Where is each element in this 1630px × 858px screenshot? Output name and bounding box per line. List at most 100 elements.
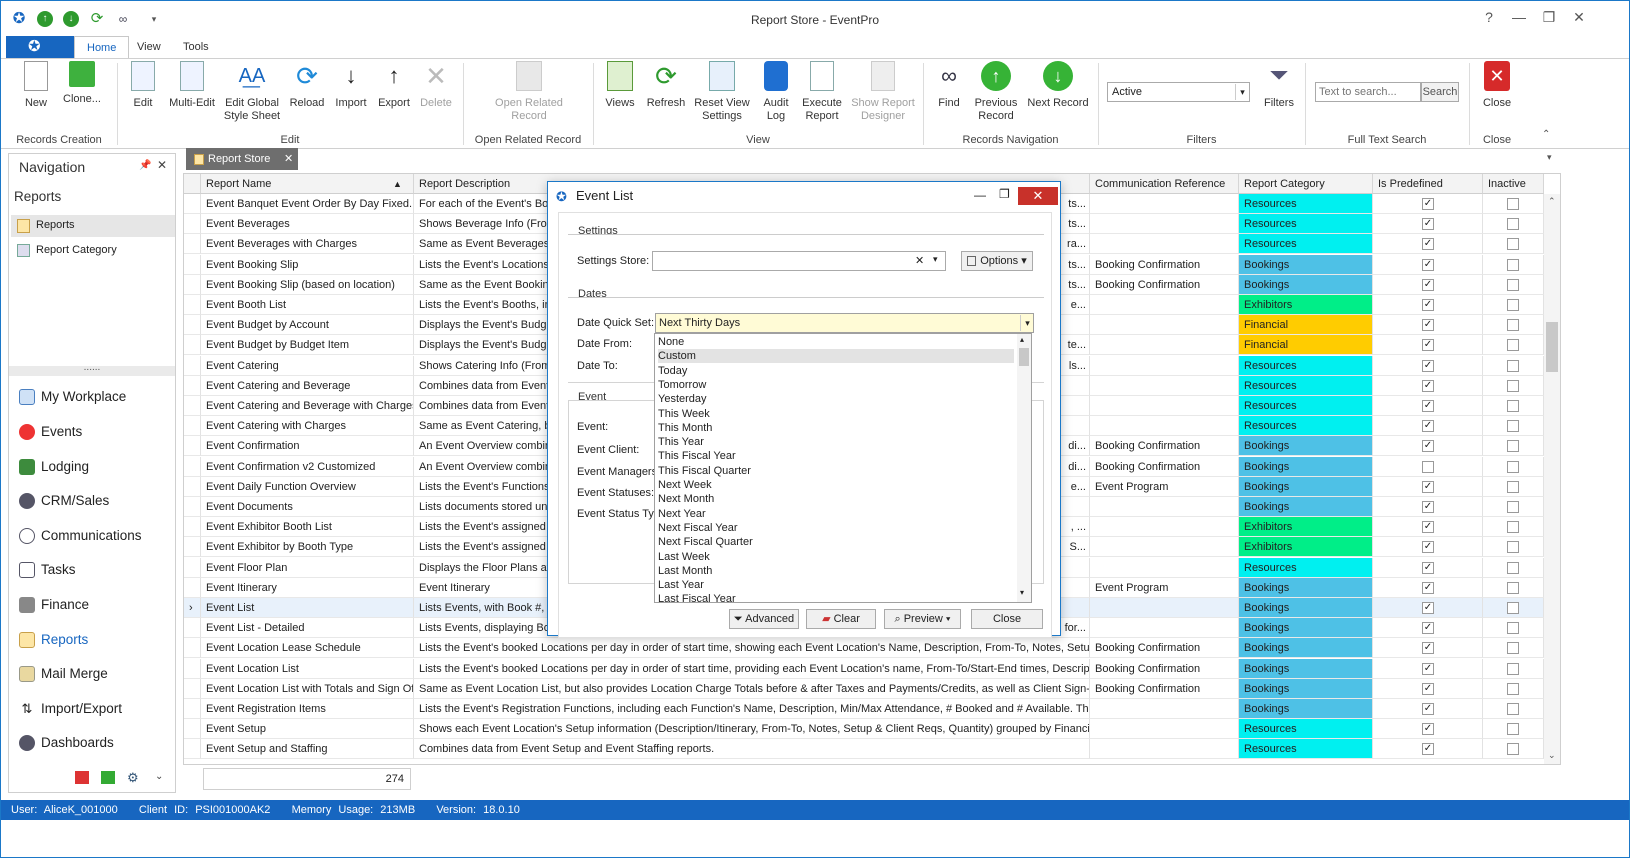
advanced-button[interactable]: ⏷ Advanced — [729, 609, 799, 629]
dropdown-option[interactable]: Custom — [658, 349, 1014, 364]
cell-report-category[interactable]: Bookings — [1239, 699, 1373, 719]
cell-report-name[interactable]: Event Catering — [201, 355, 414, 376]
scroll-up-icon[interactable]: ▴ — [1020, 335, 1024, 344]
chevron-down-icon[interactable]: ▾ — [1020, 315, 1034, 331]
cell-report-category[interactable]: Resources — [1239, 194, 1373, 214]
checkbox-checked[interactable]: ✓ — [1422, 703, 1434, 715]
checkbox-unchecked[interactable] — [1507, 642, 1519, 655]
checkbox-checked[interactable]: ✓ — [1422, 743, 1434, 756]
cell-communication-reference[interactable]: Booking Confirmation — [1090, 274, 1239, 295]
cell-report-description[interactable]: Combines data from Event Setup and Event… — [414, 739, 1090, 760]
cell-report-name[interactable]: Event Budget by Account — [201, 315, 414, 336]
pin-icon[interactable]: 📌 — [139, 160, 151, 171]
checkbox-unchecked[interactable] — [1507, 238, 1519, 251]
cell-communication-reference[interactable] — [1090, 719, 1239, 740]
cell-report-category[interactable]: Resources — [1239, 719, 1373, 740]
tab-view[interactable]: View — [125, 36, 173, 58]
checkbox-checked[interactable]: ✓ — [1422, 278, 1434, 291]
cell-communication-reference[interactable]: Event Program — [1090, 577, 1239, 598]
checkbox-unchecked[interactable] — [1507, 420, 1519, 433]
nav-my-workplace[interactable]: My Workplace — [19, 386, 126, 408]
table-row[interactable]: Event Setup Shows each Event Location's S… — [184, 719, 1544, 740]
cell-report-category[interactable]: Resources — [1239, 396, 1373, 416]
cell-report-name[interactable]: Event Banquet Event Order By Day Fixed..… — [201, 194, 414, 214]
checkbox-unchecked[interactable] — [1507, 319, 1519, 332]
cell-report-category[interactable]: Resources — [1239, 375, 1373, 396]
line-chart-icon[interactable] — [101, 771, 115, 784]
cell-communication-reference[interactable] — [1090, 194, 1239, 214]
table-row[interactable]: Event Registration Items Lists the Event'… — [184, 699, 1544, 719]
cell-report-description[interactable]: Lists the Event's booked Locations per d… — [414, 658, 1090, 679]
date-quick-set-dropdown[interactable]: None Custom Today Tomorrow Yesterday This Wee… — [654, 333, 1032, 606]
dropdown-option[interactable]: Last Month — [658, 564, 1014, 578]
checkbox-checked[interactable]: ✓ — [1422, 420, 1434, 433]
cell-report-category[interactable]: Bookings — [1239, 658, 1373, 679]
cell-report-category[interactable]: Exhibitors — [1239, 295, 1373, 315]
checkbox-unchecked[interactable] — [1507, 743, 1519, 756]
checkbox-checked[interactable]: ✓ — [1422, 622, 1434, 635]
nav-lodging[interactable]: Lodging — [19, 456, 89, 478]
checkbox-unchecked[interactable] — [1507, 299, 1519, 311]
cell-report-name[interactable]: Event Exhibitor Booth List — [201, 517, 414, 538]
sidebar-item-reports[interactable]: Reports — [11, 215, 175, 237]
cell-communication-reference[interactable]: Booking Confirmation — [1090, 254, 1239, 275]
checkbox-unchecked[interactable] — [1507, 581, 1519, 594]
column-header-report-name[interactable]: Report Name ▲ — [201, 174, 414, 194]
dropdown-option[interactable]: Next Week — [658, 478, 1014, 492]
dropdown-option[interactable]: Yesterday — [658, 392, 1014, 406]
close-window-icon[interactable]: ✕ — [1566, 9, 1592, 26]
cell-report-name[interactable]: Event Floor Plan — [201, 557, 414, 578]
cell-report-name[interactable]: Event Catering with Charges — [201, 416, 414, 437]
cell-report-name[interactable]: Event Setup and Staffing — [201, 739, 414, 760]
cell-report-name[interactable]: Event Confirmation — [201, 436, 414, 457]
checkbox-checked[interactable]: ✓ — [1422, 642, 1434, 655]
scrollbar-thumb[interactable] — [1019, 348, 1029, 366]
checkbox-unchecked[interactable] — [1507, 602, 1519, 614]
cell-report-category[interactable]: Resources — [1239, 234, 1373, 255]
checkbox-checked[interactable]: ✓ — [1422, 440, 1434, 453]
refresh-button[interactable]: ⟳ Refresh — [644, 61, 688, 110]
table-row[interactable]: Event Location List Lists the Event's boo… — [184, 658, 1544, 679]
checkbox-unchecked[interactable] — [1507, 359, 1519, 372]
checkbox-unchecked[interactable] — [1507, 561, 1519, 574]
cell-report-category[interactable]: Bookings — [1239, 598, 1373, 618]
cell-report-category[interactable]: Resources — [1239, 557, 1373, 578]
cell-report-category[interactable]: Bookings — [1239, 274, 1373, 295]
cell-report-name[interactable]: Event Booking Slip (based on location) — [201, 274, 414, 295]
import-button[interactable]: ↓ Import — [331, 61, 371, 110]
checkbox-checked[interactable]: ✓ — [1422, 602, 1434, 614]
dropdown-option[interactable]: Last Fiscal Year — [658, 592, 1014, 606]
help-icon[interactable]: ? — [1476, 9, 1502, 25]
scroll-down-icon[interactable]: ⌄ — [1548, 750, 1556, 761]
cell-report-description[interactable]: Lists the Event's Registration Functions… — [414, 699, 1090, 719]
reload-button[interactable]: ⟳ Reload — [287, 61, 327, 110]
table-row[interactable]: Event Setup and Staffing Combines data fr… — [184, 739, 1544, 760]
scroll-up-icon[interactable]: ⌃ — [1548, 196, 1556, 207]
collapse-ribbon-icon[interactable]: ⌃ — [1542, 129, 1550, 140]
dropdown-option[interactable]: None — [658, 335, 1014, 349]
close-button[interactable]: ✕ Close — [1479, 61, 1515, 110]
tab-home[interactable]: Home — [74, 36, 130, 58]
cell-report-name[interactable]: Event Exhibitor by Booth Type — [201, 537, 414, 558]
dropdown-option[interactable]: Tomorrow — [658, 378, 1014, 392]
checkbox-unchecked[interactable] — [1507, 460, 1519, 473]
clear-x-icon[interactable]: ✕ — [915, 254, 924, 267]
cell-communication-reference[interactable] — [1090, 416, 1239, 437]
maximize-icon[interactable]: ❐ — [1536, 9, 1562, 26]
chevron-down-icon[interactable]: ▾ — [933, 254, 938, 265]
checkbox-unchecked[interactable] — [1507, 682, 1519, 695]
cell-report-category[interactable]: Resources — [1239, 739, 1373, 760]
cell-communication-reference[interactable] — [1090, 214, 1239, 235]
checkbox-checked[interactable]: ✓ — [1422, 339, 1434, 352]
cell-report-name[interactable]: Event Catering and Beverage — [201, 375, 414, 396]
cell-communication-reference[interactable]: Event Program — [1090, 476, 1239, 497]
cell-report-category[interactable]: Bookings — [1239, 678, 1373, 699]
cell-report-category[interactable]: Exhibitors — [1239, 537, 1373, 558]
checkbox-checked[interactable]: ✓ — [1422, 299, 1434, 311]
cell-communication-reference[interactable] — [1090, 537, 1239, 558]
options-button[interactable]: Options ▾ — [961, 251, 1033, 271]
tab-tools[interactable]: Tools — [171, 36, 221, 58]
cell-report-name[interactable]: Event Daily Function Overview — [201, 476, 414, 497]
checkbox-checked[interactable]: ✓ — [1422, 198, 1434, 210]
gear-icon[interactable]: ⚙ — [127, 770, 139, 786]
